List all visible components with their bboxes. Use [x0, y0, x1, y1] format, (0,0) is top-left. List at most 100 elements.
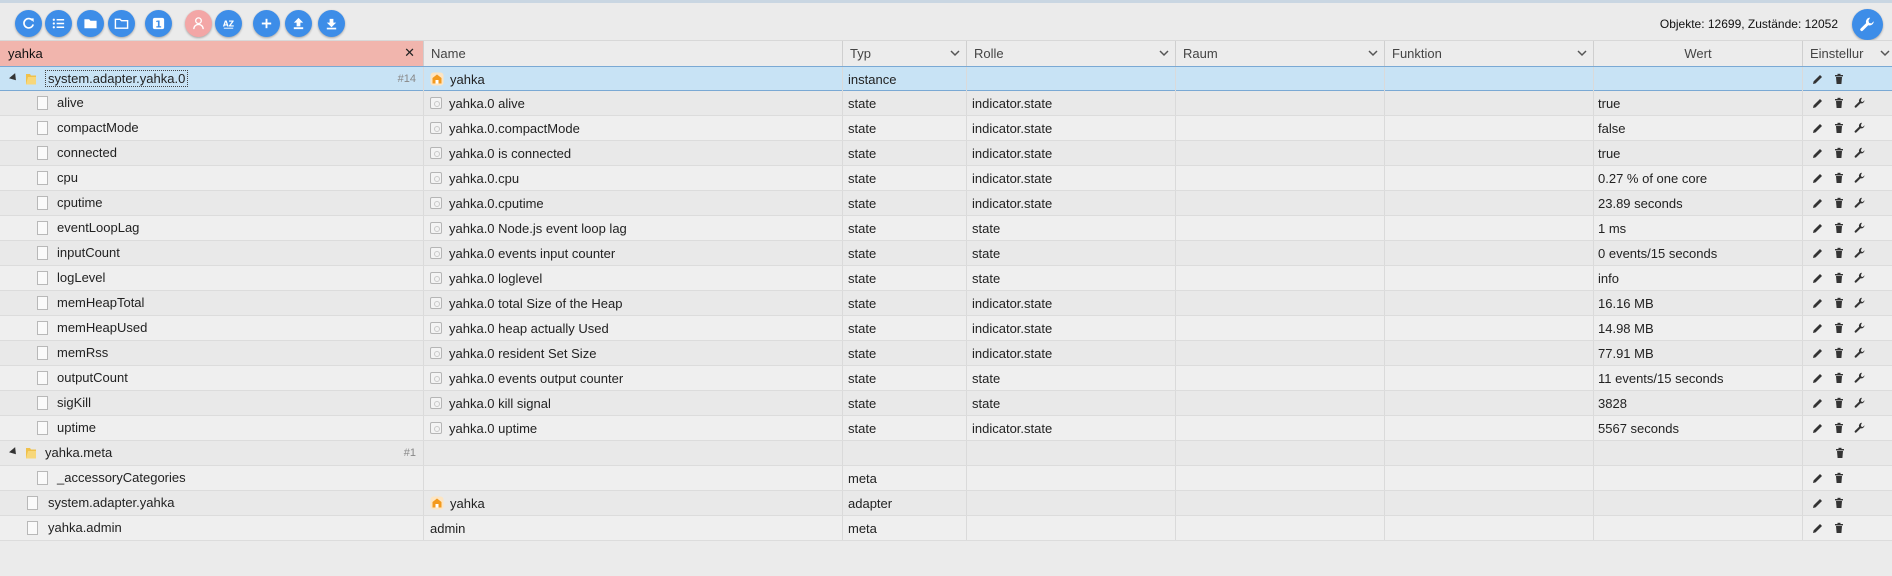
column-header-wert[interactable]: Wert — [1594, 41, 1803, 66]
trash-icon[interactable] — [1833, 397, 1845, 409]
cell-id[interactable]: connected — [0, 141, 424, 165]
add-button[interactable] — [253, 10, 280, 37]
cell-wert[interactable] — [1594, 67, 1803, 91]
pencil-icon[interactable] — [1812, 122, 1824, 134]
wrench-icon[interactable] — [1854, 422, 1866, 434]
cell-id[interactable]: system.adapter.yahka.0 #14 — [0, 67, 424, 91]
pencil-icon[interactable] — [1812, 472, 1824, 484]
cell-wert[interactable]: false — [1594, 116, 1803, 140]
cell-wert[interactable]: 16.16 MB — [1594, 291, 1803, 315]
id-filter-field[interactable]: yahka ✕ — [0, 41, 424, 66]
expand-toggle-icon[interactable] — [9, 73, 19, 83]
cell-id[interactable]: cputime — [0, 191, 424, 215]
cell-id[interactable]: uptime — [0, 416, 424, 440]
pencil-icon[interactable] — [1812, 172, 1824, 184]
cell-id[interactable]: system.adapter.yahka — [0, 491, 424, 515]
table-row[interactable]: system.adapter.yahka yahka adapter — [0, 491, 1892, 516]
list-view-button[interactable] — [45, 10, 72, 37]
cell-id[interactable]: alive — [0, 91, 424, 115]
cell-id[interactable]: memHeapUsed — [0, 316, 424, 340]
refresh-button[interactable] — [15, 10, 42, 37]
cell-id[interactable]: eventLoopLag — [0, 216, 424, 240]
wrench-icon[interactable] — [1854, 347, 1866, 359]
trash-icon[interactable] — [1833, 122, 1845, 134]
column-header-raum[interactable]: Raum — [1176, 41, 1385, 66]
trash-icon[interactable] — [1833, 297, 1845, 309]
trash-icon[interactable] — [1833, 522, 1845, 534]
folder-open-button[interactable] — [108, 10, 135, 37]
table-row[interactable]: yahka.admin admin meta — [0, 516, 1892, 541]
pencil-icon[interactable] — [1812, 247, 1824, 259]
wrench-icon[interactable] — [1854, 297, 1866, 309]
cell-wert[interactable]: true — [1594, 91, 1803, 115]
column-header-einstellungen[interactable]: Einstellur — [1803, 41, 1892, 66]
cell-wert[interactable]: 3828 — [1594, 391, 1803, 415]
cell-wert[interactable]: 1 ms — [1594, 216, 1803, 240]
column-header-rolle[interactable]: Rolle — [967, 41, 1176, 66]
cell-id[interactable]: yahka.admin — [0, 516, 424, 540]
cell-wert[interactable] — [1594, 441, 1803, 465]
table-row[interactable]: eventLoopLag yahka.0 Node.js event loop l… — [0, 216, 1892, 241]
trash-icon[interactable] — [1833, 147, 1845, 159]
trash-icon[interactable] — [1833, 247, 1845, 259]
number-one-button[interactable]: 1 — [145, 10, 172, 37]
pencil-icon[interactable] — [1812, 422, 1824, 434]
cell-wert[interactable]: 0.27 % of one core — [1594, 166, 1803, 190]
cell-id[interactable]: inputCount — [0, 241, 424, 265]
cell-wert[interactable]: 5567 seconds — [1594, 416, 1803, 440]
wrench-icon[interactable] — [1854, 322, 1866, 334]
trash-icon[interactable] — [1833, 472, 1845, 484]
column-header-funktion[interactable]: Funktion — [1385, 41, 1594, 66]
table-row[interactable]: connected yahka.0 is connected state indica… — [0, 141, 1892, 166]
table-row[interactable]: cpu yahka.0.cpu state indicator.state 0.27 %… — [0, 166, 1892, 191]
pencil-icon[interactable] — [1812, 397, 1824, 409]
pencil-icon[interactable] — [1812, 97, 1824, 109]
pencil-icon[interactable] — [1812, 147, 1824, 159]
pencil-icon[interactable] — [1812, 497, 1824, 509]
wrench-icon[interactable] — [1854, 147, 1866, 159]
pencil-icon[interactable] — [1812, 297, 1824, 309]
trash-icon[interactable] — [1833, 347, 1845, 359]
clear-filter-icon[interactable]: ✕ — [404, 45, 415, 61]
wrench-icon[interactable] — [1854, 172, 1866, 184]
pencil-icon[interactable] — [1812, 222, 1824, 234]
trash-icon[interactable] — [1833, 372, 1845, 384]
wrench-icon[interactable] — [1854, 247, 1866, 259]
table-row[interactable]: alive yahka.0 alive state indicator.state tr… — [0, 91, 1892, 116]
pencil-icon[interactable] — [1812, 322, 1824, 334]
wrench-icon[interactable] — [1854, 197, 1866, 209]
cell-wert[interactable]: 0 events/15 seconds — [1594, 241, 1803, 265]
cell-wert[interactable]: 14.98 MB — [1594, 316, 1803, 340]
table-row[interactable]: memRss yahka.0 resident Set Size state indi… — [0, 341, 1892, 366]
table-row[interactable]: inputCount yahka.0 events input counter st… — [0, 241, 1892, 266]
table-row[interactable]: compactMode yahka.0.compactMode state indic… — [0, 116, 1892, 141]
pencil-icon[interactable] — [1812, 347, 1824, 359]
table-row[interactable]: _accessoryCategories meta — [0, 466, 1892, 491]
download-button[interactable] — [318, 10, 345, 37]
trash-icon[interactable] — [1833, 197, 1845, 209]
cell-id[interactable]: memRss — [0, 341, 424, 365]
table-row[interactable]: yahka.meta #1 — [0, 441, 1892, 466]
cell-wert[interactable] — [1594, 466, 1803, 490]
expert-mode-button[interactable] — [185, 10, 212, 37]
table-row[interactable]: system.adapter.yahka.0 #14 yahka instance — [0, 66, 1892, 91]
trash-icon[interactable] — [1833, 272, 1845, 284]
column-header-name[interactable]: Name — [424, 41, 843, 66]
wrench-icon[interactable] — [1854, 222, 1866, 234]
folder-closed-button[interactable] — [77, 10, 104, 37]
trash-icon[interactable] — [1834, 447, 1846, 459]
table-row[interactable]: memHeapTotal yahka.0 total Size of the He… — [0, 291, 1892, 316]
pencil-icon[interactable] — [1812, 73, 1824, 85]
pencil-icon[interactable] — [1812, 522, 1824, 534]
upload-button[interactable] — [285, 10, 312, 37]
wrench-icon[interactable] — [1854, 97, 1866, 109]
pencil-icon[interactable] — [1812, 197, 1824, 209]
cell-wert[interactable]: info — [1594, 266, 1803, 290]
cell-id[interactable]: memHeapTotal — [0, 291, 424, 315]
cell-id[interactable]: compactMode — [0, 116, 424, 140]
sort-az-button[interactable]: AZ — [215, 10, 242, 37]
table-row[interactable]: cputime yahka.0.cputime state indicator.sta… — [0, 191, 1892, 216]
column-header-typ[interactable]: Typ — [843, 41, 967, 66]
table-row[interactable]: memHeapUsed yahka.0 heap actually Used sta… — [0, 316, 1892, 341]
cell-id[interactable]: logLevel — [0, 266, 424, 290]
